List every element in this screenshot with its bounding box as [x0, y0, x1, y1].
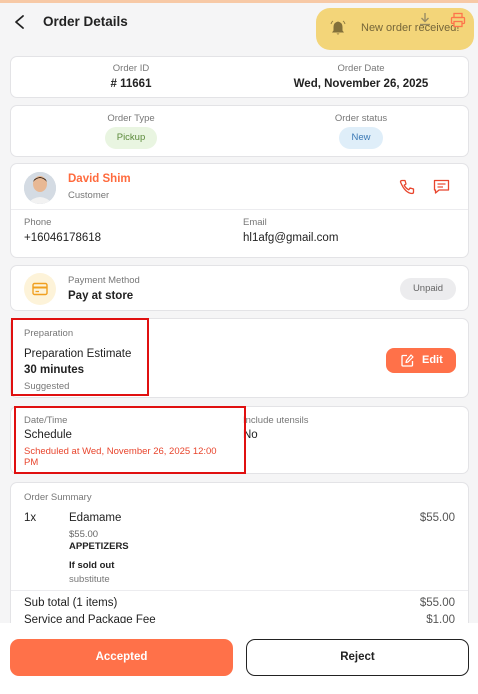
item-category: APPETIZERS [69, 541, 129, 552]
accept-button[interactable]: Accepted [10, 639, 233, 676]
toast-message: New order received! [361, 22, 460, 34]
order-summary-label: Order Summary [24, 492, 92, 503]
subtotal-value: $55.00 [419, 597, 455, 609]
sold-out-value: substitute [69, 574, 110, 585]
item-qty: 1x [24, 512, 37, 524]
card-icon [32, 282, 48, 296]
payment-status-badge: Unpaid [400, 278, 456, 300]
customer-role: Customer [68, 190, 110, 201]
customer-divider [11, 209, 468, 210]
email-value[interactable]: hl1afg@gmail.com [243, 232, 338, 244]
new-order-toast[interactable]: New order received! [316, 8, 474, 50]
order-date-value: Wed, November 26, 2025 [293, 78, 429, 90]
printer-icon[interactable] [450, 12, 466, 28]
edit-button-label: Edit [422, 354, 443, 366]
page-title: Order Details [43, 14, 128, 29]
order-summary-card: Order Summary 1x Edamame $55.00 $55.00 A… [10, 482, 469, 642]
item-name: Edamame [69, 512, 122, 524]
payment-method-value: Pay at store [68, 290, 134, 302]
highlight-schedule [14, 406, 246, 474]
utensils-label: Include utensils [243, 415, 309, 426]
order-id-value: # 11661 [110, 78, 152, 90]
edit-button[interactable]: Edit [386, 348, 456, 373]
customer-name: David Shim [68, 173, 131, 185]
phone-label: Phone [24, 217, 52, 228]
download-icon[interactable] [418, 12, 432, 26]
order-status-badge: New [339, 127, 383, 149]
item-unit-price: $55.00 [69, 529, 99, 540]
order-status-label: Order status [334, 113, 388, 124]
order-date-label: Order Date [337, 63, 385, 74]
payment-method-label: Payment Method [68, 275, 140, 286]
highlight-preparation [11, 318, 149, 396]
customer-card: David Shim Customer Phone +16046178618 E… [10, 163, 469, 258]
avatar [24, 172, 56, 204]
back-arrow-icon[interactable] [10, 11, 30, 33]
sold-out-label: If sold out [69, 560, 115, 571]
subtotal-label: Sub total (1 items) [24, 597, 118, 609]
payment-card: Payment Method Pay at store Unpaid [10, 265, 469, 311]
order-info-card: Order ID # 11661 Order Date Wed, Novembe… [10, 56, 469, 98]
order-type-card: Order Type Pickup Order status New [10, 105, 469, 157]
order-type-label: Order Type [107, 113, 155, 124]
edit-icon [401, 354, 414, 367]
reject-button[interactable]: Reject [246, 639, 469, 676]
message-icon[interactable] [433, 179, 450, 195]
phone-icon[interactable] [399, 179, 415, 195]
item-price: $55.00 [419, 512, 455, 524]
payment-icon-bg [24, 273, 56, 305]
phone-value[interactable]: +16046178618 [24, 232, 101, 244]
summary-divider [11, 590, 468, 591]
order-type-badge: Pickup [104, 127, 158, 149]
email-label: Email [243, 217, 267, 228]
bell-icon [330, 20, 346, 35]
order-id-label: Order ID [112, 63, 150, 74]
